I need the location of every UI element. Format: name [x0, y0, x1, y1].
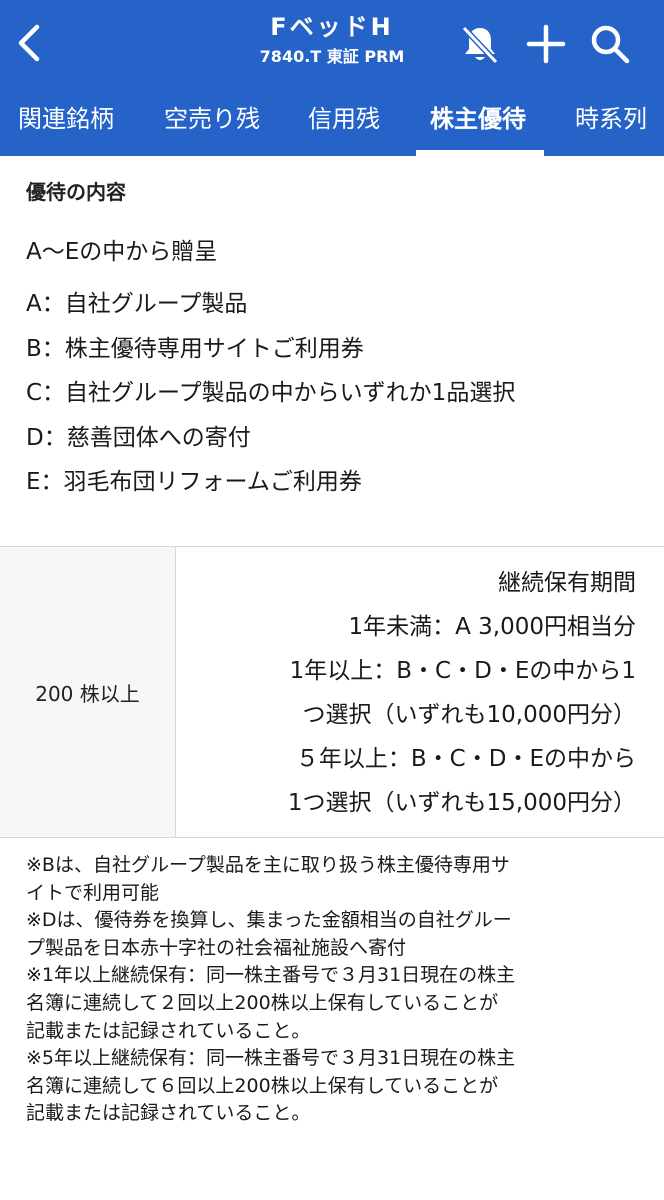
note-line: プ製品を日本赤十字社の社会福祉施設へ寄付 [26, 936, 407, 959]
section-title: 優待の内容 [26, 180, 126, 204]
share-threshold-cell: 200 株以上 [0, 547, 176, 837]
back-button[interactable] [10, 18, 46, 68]
search-icon [591, 25, 630, 64]
note-line: 記載または記録されていること。 [26, 1019, 311, 1042]
benefit-content: 優待の内容 A～Eの中から贈呈 A：自社グループ製品 B：株主優待専用サイトご利… [0, 156, 664, 1200]
tab-margin-balance[interactable]: 信用残 [308, 88, 380, 156]
benefit-detail-cell: 継続保有期間 1年未満：A 3,000円相当分 1年以上：B・C・D・Eの中から… [176, 547, 664, 837]
note-line: ※Bは、自社グループ製品を主に取り扱う株主優待専用サ [26, 854, 510, 876]
back-arrow-icon [18, 24, 40, 62]
app-header: FベッドH 7840.T 東証 PRM 関連銘柄 空売り残 信用残 株主優待 時… [0, 0, 664, 156]
benefit-option-d: D：慈善団体への寄付 [26, 425, 251, 451]
detail-line: ５年以上：B・C・D・Eの中から [295, 746, 636, 772]
tab-shareholder-benefits[interactable]: 株主優待 [430, 88, 526, 156]
bell-muted-icon [461, 25, 499, 65]
detail-line: 1年以上：B・C・D・Eの中から1 [289, 658, 636, 684]
note-line: イトで利用可能 [26, 881, 160, 904]
benefit-lead: A～Eの中から贈呈 [26, 239, 218, 265]
search-button[interactable] [588, 22, 632, 66]
note-line: 名簿に連続して６回以上200株以上保有していることが [26, 1074, 499, 1097]
top-bar: FベッドH 7840.T 東証 PRM [0, 0, 664, 88]
tab-bar: 関連銘柄 空売り残 信用残 株主優待 時系列 [0, 88, 664, 156]
share-threshold: 200 株以上 [35, 681, 140, 706]
benefit-option-b: B：株主優待専用サイトご利用券 [26, 336, 364, 362]
note-line: ※Dは、優待券を換算し、集まった金額相当の自社グルー [26, 909, 512, 932]
plus-icon [526, 24, 566, 64]
benefit-option-e: E：羽毛布団リフォームご利用券 [26, 469, 362, 495]
tab-related-stocks[interactable]: 関連銘柄 [18, 88, 114, 156]
benefit-table: 200 株以上 継続保有期間 1年未満：A 3,000円相当分 1年以上：B・C… [0, 546, 664, 838]
benefit-option-a: A：自社グループ製品 [26, 291, 248, 317]
add-button[interactable] [524, 22, 568, 66]
tab-short-interest[interactable]: 空売り残 [164, 88, 260, 156]
detail-line: 1年未満：A 3,000円相当分 [348, 614, 636, 640]
note-line: 記載または記録されていること。 [26, 1102, 311, 1125]
note-line: ※5年以上継続保有：同一株主番号で３月31日現在の株主 [26, 1047, 516, 1070]
benefit-notes: ※Bは、自社グループ製品を主に取り扱う株主優待専用サ イトで利用可能 ※Dは、優… [26, 852, 640, 1128]
benefit-option-c: C：自社グループ製品の中からいずれか1品選択 [26, 380, 516, 406]
notification-mute-button[interactable] [458, 22, 502, 66]
note-line: ※1年以上継続保有：同一株主番号で３月31日現在の株主 [26, 964, 516, 987]
tab-time-series[interactable]: 時系列 [575, 88, 647, 156]
holding-period-heading: 継続保有期間 [498, 570, 636, 596]
detail-line: つ選択（いずれも10,000円分） [302, 702, 636, 728]
detail-line: 1つ選択（いずれも15,000円分） [287, 790, 636, 816]
note-line: 名簿に連続して２回以上200株以上保有していることが [26, 991, 499, 1014]
